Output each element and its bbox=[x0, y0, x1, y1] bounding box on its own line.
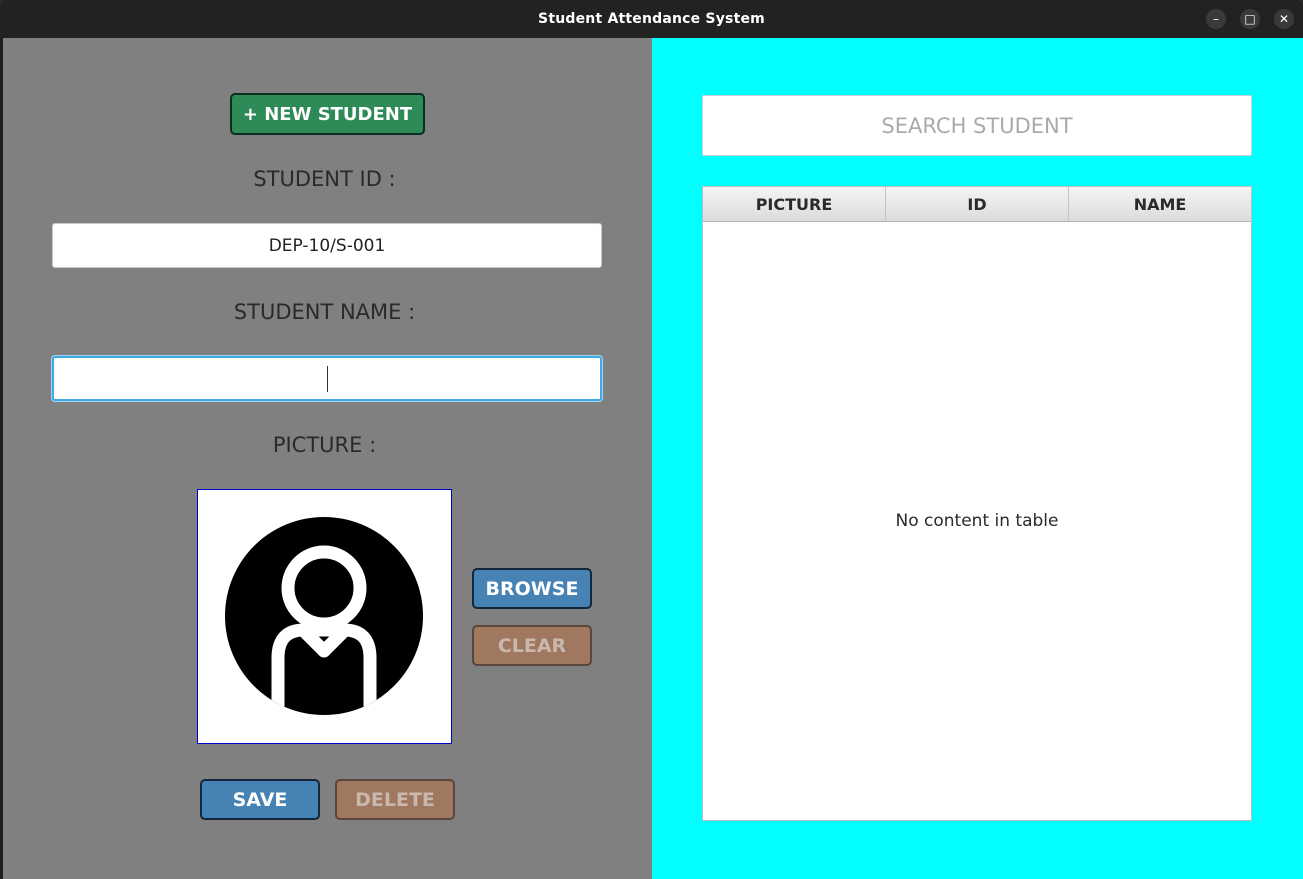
picture-label: PICTURE : bbox=[272, 433, 377, 457]
minimize-button[interactable]: – bbox=[1206, 9, 1226, 29]
user-avatar-icon bbox=[225, 517, 423, 715]
maximize-button[interactable]: □ bbox=[1240, 9, 1260, 29]
app-window: Student Attendance System – □ ✕ + NEW ST… bbox=[0, 0, 1303, 879]
maximize-icon: □ bbox=[1244, 12, 1256, 26]
column-header-name[interactable]: NAME bbox=[1069, 187, 1251, 221]
student-form-pane: + NEW STUDENT STUDENT ID : DEP-10/S-001 … bbox=[3, 38, 652, 879]
new-student-button[interactable]: + NEW STUDENT bbox=[230, 93, 425, 135]
student-list-pane: SEARCH STUDENT PICTURE ID NAME No conten… bbox=[652, 38, 1303, 879]
student-table[interactable]: PICTURE ID NAME No content in table bbox=[702, 186, 1252, 821]
delete-button[interactable]: DELETE bbox=[335, 779, 455, 820]
save-button[interactable]: SAVE bbox=[200, 779, 320, 820]
search-student-input[interactable]: SEARCH STUDENT bbox=[702, 95, 1252, 156]
text-caret bbox=[326, 365, 328, 392]
picture-preview bbox=[197, 489, 452, 744]
student-name-label: STUDENT NAME : bbox=[233, 300, 416, 324]
student-id-field[interactable]: DEP-10/S-001 bbox=[52, 223, 602, 268]
close-button[interactable]: ✕ bbox=[1274, 9, 1294, 29]
student-id-value: DEP-10/S-001 bbox=[268, 235, 386, 256]
column-header-picture[interactable]: PICTURE bbox=[703, 187, 886, 221]
table-header: PICTURE ID NAME bbox=[703, 187, 1251, 222]
student-id-label: STUDENT ID : bbox=[253, 167, 396, 191]
search-placeholder: SEARCH STUDENT bbox=[881, 113, 1073, 138]
title-bar[interactable]: Student Attendance System – □ ✕ bbox=[0, 0, 1303, 38]
empty-table-message: No content in table bbox=[895, 511, 1059, 531]
browse-button[interactable]: BROWSE bbox=[472, 568, 592, 609]
column-header-id[interactable]: ID bbox=[886, 187, 1069, 221]
minimize-icon: – bbox=[1213, 12, 1219, 26]
student-name-field[interactable] bbox=[52, 356, 602, 401]
window-title: Student Attendance System bbox=[538, 11, 765, 27]
clear-button[interactable]: CLEAR bbox=[472, 625, 592, 666]
close-icon: ✕ bbox=[1278, 12, 1290, 26]
